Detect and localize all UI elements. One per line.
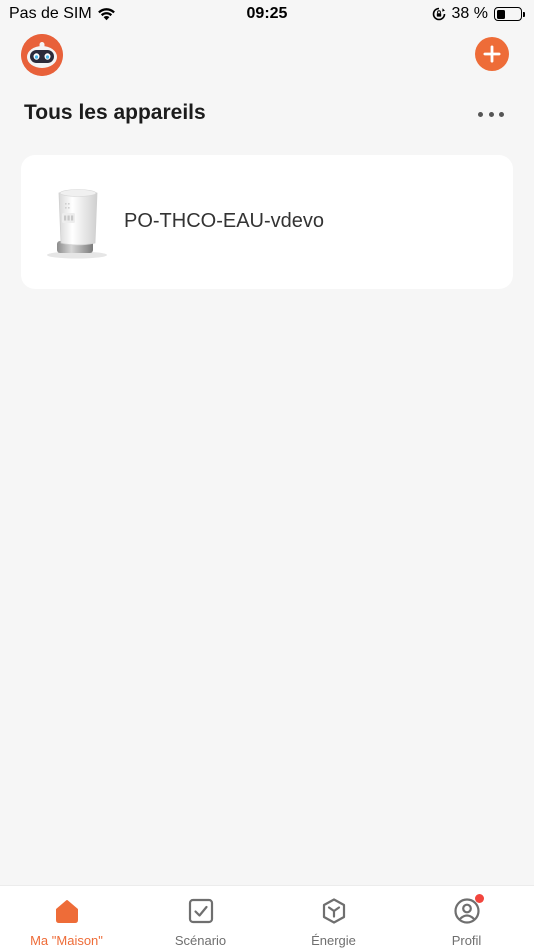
more-dot-icon (488, 111, 494, 117)
tab-scenario[interactable]: Scénario (134, 886, 267, 950)
notification-dot (474, 894, 484, 903)
tab-profile[interactable]: Profil (400, 886, 533, 950)
battery-fill (496, 9, 506, 19)
robot-avatar-icon (21, 34, 63, 76)
tab-home[interactable]: Ma "Maison" (0, 886, 133, 950)
status-bar: Pas de SIM 09:25 38 % (0, 0, 534, 30)
tab-energy[interactable]: Énergie (267, 886, 400, 950)
tab-home-label: Ma "Maison" (30, 933, 103, 948)
device-card[interactable]: PO-THCO-EAU-vdevo (21, 155, 513, 289)
tab-energy-label: Énergie (311, 933, 356, 948)
more-dot-icon (478, 111, 483, 117)
tab-bar: Ma "Maison" Scénario Énergie Profil (0, 885, 534, 950)
checkbox-icon (187, 897, 215, 925)
home-icon (53, 897, 81, 925)
orientation-lock-icon (432, 7, 445, 21)
battery-icon (494, 7, 525, 21)
status-right-group: 38 % (432, 5, 525, 23)
more-dot-icon (499, 111, 504, 117)
plus-icon (483, 45, 501, 63)
add-device-button[interactable] (475, 37, 509, 71)
tab-scenario-label: Scénario (174, 933, 227, 948)
battery-percent: 38 % (451, 5, 488, 22)
thermostatic-valve-icon (45, 185, 109, 259)
section-title: Tous les appareils (24, 101, 206, 124)
energy-hexagon-icon (320, 897, 348, 925)
device-name: PO-THCO-EAU-vdevo (124, 210, 325, 232)
avatar[interactable] (21, 34, 63, 76)
tab-profile-label: Profil (451, 933, 482, 948)
profile-icon (453, 894, 484, 925)
more-options-button[interactable] (478, 104, 504, 124)
